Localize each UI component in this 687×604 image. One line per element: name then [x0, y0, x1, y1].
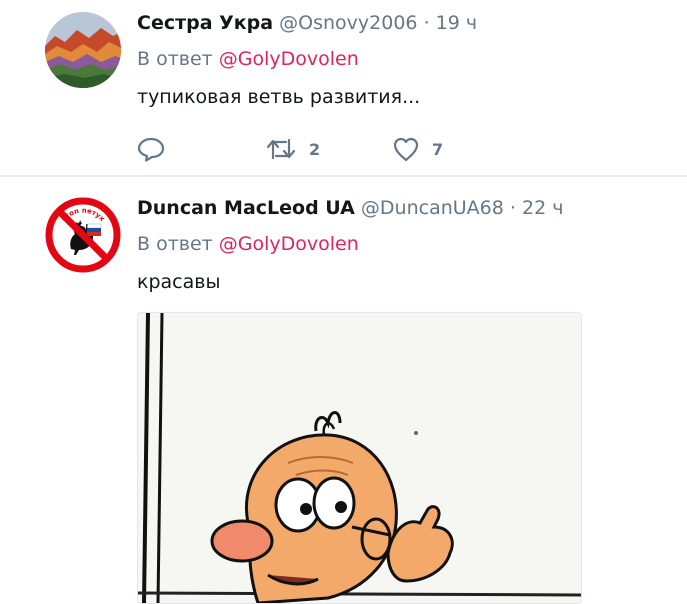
tweet-header: Сестра Укра @Osnovy2006 · 19 ч: [137, 10, 677, 36]
retweet-count: 2: [309, 139, 321, 159]
cartoon-image: [138, 313, 581, 603]
tweet[interactable]: стоп петух Duncan MacLeod UA @DuncanUA68…: [0, 177, 687, 604]
reply-mention-link[interactable]: @GolyDovolen: [219, 233, 359, 255]
tweet-content: Сестра Укра @Osnovy2006 · 19 ч В ответ @…: [137, 10, 677, 110]
tweet-text: красавы: [137, 271, 221, 293]
landscape-avatar-image: [45, 12, 121, 88]
author-handle[interactable]: @Osnovy2006: [279, 12, 417, 34]
separator-dot: ·: [423, 12, 430, 34]
tweet-timestamp[interactable]: 19 ч: [436, 12, 477, 34]
separator-dot: ·: [509, 197, 516, 219]
retweet-button[interactable]: 2: [265, 134, 320, 164]
reply-prefix: В ответ: [137, 48, 213, 70]
reply-prefix: В ответ: [137, 233, 213, 255]
speech-bubble-icon: [137, 137, 165, 162]
stop-sign-avatar-image: стоп петух: [45, 197, 121, 273]
retweet-icon: [266, 138, 296, 160]
avatar[interactable]: [45, 12, 121, 88]
author-handle[interactable]: @DuncanUA68: [361, 197, 504, 219]
tweet-content: Duncan MacLeod UA @DuncanUA68 · 22 ч В о…: [137, 195, 677, 295]
like-button[interactable]: 7: [392, 134, 443, 164]
tweet-timestamp[interactable]: 22 ч: [522, 197, 563, 219]
reply-mention-link[interactable]: @GolyDovolen: [219, 48, 359, 70]
author-name[interactable]: Сестра Укра: [137, 12, 273, 34]
tweet[interactable]: Сестра Укра @Osnovy2006 · 19 ч В ответ @…: [0, 0, 687, 175]
avatar[interactable]: стоп петух: [45, 197, 121, 273]
tweet-media-image[interactable]: [137, 312, 582, 604]
tweet-text: тупиковая ветвь развития...: [137, 86, 421, 108]
reply-button[interactable]: [137, 134, 165, 164]
author-name[interactable]: Duncan MacLeod UA: [137, 197, 355, 219]
reply-context: В ответ @GolyDovolen: [137, 46, 677, 72]
heart-icon: [393, 137, 419, 162]
like-count: 7: [432, 139, 444, 159]
tweet-header: Duncan MacLeod UA @DuncanUA68 · 22 ч: [137, 195, 677, 221]
reply-context: В ответ @GolyDovolen: [137, 231, 677, 257]
